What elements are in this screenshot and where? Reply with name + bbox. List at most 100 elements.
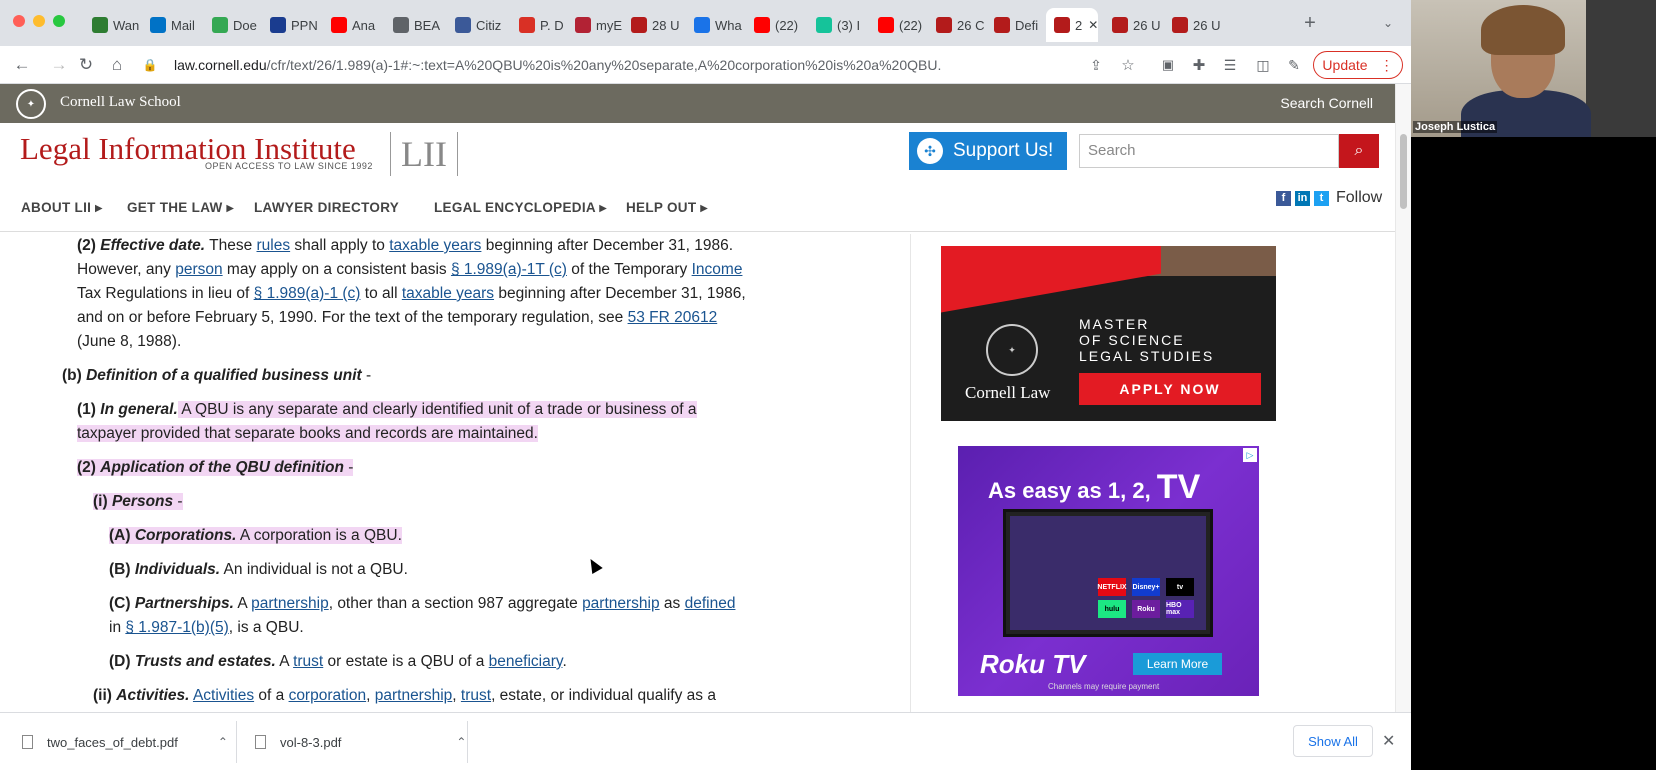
follow-link[interactable]: Follow bbox=[1336, 189, 1382, 207]
ad-disclaimer: Channels may require payment bbox=[1048, 682, 1160, 691]
paint-icon[interactable]: ✎ bbox=[1283, 54, 1305, 76]
tab-item[interactable]: (22) bbox=[746, 8, 808, 42]
forward-icon[interactable]: → bbox=[48, 54, 70, 76]
cornell-seal-icon[interactable]: ✦ bbox=[16, 89, 46, 119]
cornell-law-ad[interactable]: ✦ MASTER OF SCIENCE LEGAL STUDIES Cornell … bbox=[941, 246, 1276, 421]
apply-now-button[interactable]: APPLY NOW bbox=[1079, 373, 1261, 405]
roku-ad[interactable]: ▷ As easy as 1, 2, TV NETFLIX Disney+ tv… bbox=[958, 446, 1259, 696]
outlook-icon bbox=[150, 17, 166, 33]
chevron-up-icon[interactable]: ⌃ bbox=[456, 735, 466, 749]
address-bar[interactable]: law.cornell.edu/cfr/text/26/1.989(a)-1#:… bbox=[174, 52, 1149, 78]
page-scrollbar[interactable] bbox=[1395, 84, 1411, 712]
nav-legal-encyclopedia[interactable]: LEGAL ENCYCLOPEDIA ▸ bbox=[434, 200, 607, 216]
video-person bbox=[1481, 5, 1565, 55]
tab-item[interactable]: Wha bbox=[686, 8, 748, 42]
tab-item[interactable]: BEA bbox=[385, 8, 447, 42]
lii-logo-box[interactable]: LII bbox=[390, 132, 458, 176]
nav-lawyer-directory[interactable]: LAWYER DIRECTORY bbox=[254, 200, 399, 215]
search-input[interactable]: Search bbox=[1079, 134, 1339, 168]
taxable-years-link[interactable]: taxable years bbox=[389, 237, 481, 254]
section-1T-link[interactable]: § 1.989(a)-1T (c) bbox=[451, 261, 567, 278]
twitter-icon[interactable]: t bbox=[1314, 190, 1329, 206]
adchoices-icon[interactable]: ▷ bbox=[1243, 448, 1257, 462]
tab-item[interactable]: 2 ✕ bbox=[1046, 8, 1098, 42]
lock-icon[interactable]: 🔒 bbox=[139, 54, 161, 76]
trust-link[interactable]: trust bbox=[293, 653, 323, 670]
tab-item[interactable]: Defi bbox=[986, 8, 1048, 42]
reading-list-icon[interactable]: ☰ bbox=[1219, 54, 1241, 76]
search-cornell-link[interactable]: Search Cornell bbox=[1280, 95, 1373, 111]
minimize-window-button[interactable] bbox=[33, 15, 45, 27]
facebook-icon[interactable]: f bbox=[1276, 190, 1291, 206]
support-us-button[interactable]: ✣ Support Us! bbox=[909, 132, 1067, 170]
nav-get-the-law[interactable]: GET THE LAW ▸ bbox=[127, 200, 234, 216]
tab-item[interactable]: Wan bbox=[84, 8, 146, 42]
tab-item[interactable]: Mail bbox=[142, 8, 204, 42]
tab-label: 26 U bbox=[1193, 17, 1221, 33]
participant-video[interactable]: Joseph Lustica bbox=[1411, 0, 1656, 137]
download-item[interactable]: vol-8-3.pdf ⌃ bbox=[255, 725, 466, 759]
video-call-panel: Joseph Lustica bbox=[1411, 0, 1656, 770]
download-separator bbox=[236, 721, 237, 763]
chevron-up-icon[interactable]: ⌃ bbox=[218, 735, 228, 749]
cornell-seal-icon: ✦ bbox=[986, 324, 1038, 376]
scrollbar-thumb[interactable] bbox=[1400, 134, 1407, 209]
partnership-link[interactable]: partnership bbox=[375, 687, 453, 704]
para-a2-line4: and on or before February 5, 1990. For t… bbox=[77, 309, 718, 326]
tab-item[interactable]: myE bbox=[567, 8, 629, 42]
download-item[interactable]: two_faces_of_debt.pdf ⌃ bbox=[22, 725, 228, 759]
beneficiary-link[interactable]: beneficiary bbox=[489, 653, 563, 670]
tab-item[interactable]: 26 C bbox=[928, 8, 990, 42]
search-button[interactable]: ⌕ bbox=[1339, 134, 1379, 168]
rules-link[interactable]: rules bbox=[257, 237, 291, 254]
cornell-law-school-link[interactable]: Cornell Law School bbox=[60, 94, 181, 111]
nav-help-out[interactable]: HELP OUT ▸ bbox=[626, 200, 708, 216]
tab-item[interactable]: 26 U bbox=[1164, 8, 1226, 42]
new-tab-button[interactable]: + bbox=[1299, 12, 1321, 34]
tab-item[interactable]: 28 U bbox=[623, 8, 685, 42]
person-link[interactable]: person bbox=[175, 261, 222, 278]
back-icon[interactable]: ← bbox=[11, 54, 33, 76]
partnership-link[interactable]: partnership bbox=[251, 595, 329, 612]
tab-item[interactable]: Doe bbox=[204, 8, 266, 42]
show-all-button[interactable]: Show All bbox=[1293, 725, 1373, 757]
home-icon[interactable]: ⌂ bbox=[106, 54, 128, 76]
bookmark-star-icon[interactable]: ☆ bbox=[1117, 54, 1139, 76]
learn-more-button[interactable]: Learn More bbox=[1133, 653, 1222, 675]
partnership-link[interactable]: partnership bbox=[582, 595, 660, 612]
tab-item[interactable]: 26 U bbox=[1104, 8, 1166, 42]
linkedin-icon[interactable]: in bbox=[1295, 190, 1310, 206]
close-icon[interactable]: ✕ bbox=[1382, 731, 1395, 751]
federal-register-link[interactable]: 53 FR 20612 bbox=[628, 309, 718, 326]
activities-link[interactable]: Activities bbox=[193, 687, 254, 704]
tab-item[interactable]: (3) I bbox=[808, 8, 870, 42]
reload-icon[interactable]: ↻ bbox=[75, 54, 97, 76]
update-button[interactable]: Update ⋮ bbox=[1313, 51, 1403, 79]
lii-icon bbox=[1054, 17, 1070, 33]
puzzle-icon[interactable]: ✚ bbox=[1188, 54, 1210, 76]
tab-search-icon[interactable]: ⌄ bbox=[1377, 12, 1399, 34]
income-link[interactable]: Income bbox=[692, 261, 743, 278]
nav-about-lii[interactable]: ABOUT LII ▸ bbox=[21, 200, 102, 216]
defined-link[interactable]: defined bbox=[685, 595, 736, 612]
side-panel-icon[interactable]: ◫ bbox=[1252, 54, 1274, 76]
share-icon[interactable]: ⇪ bbox=[1085, 54, 1107, 76]
tab-item[interactable]: Citiz bbox=[447, 8, 509, 42]
zoom-window-button[interactable] bbox=[53, 15, 65, 27]
taxable-years-link[interactable]: taxable years bbox=[402, 285, 494, 302]
extension-icon[interactable]: ▣ bbox=[1157, 54, 1179, 76]
tab-item[interactable]: PPN bbox=[262, 8, 324, 42]
section-1c-link[interactable]: § 1.989(a)-1 (c) bbox=[254, 285, 361, 302]
tab-item[interactable]: Ana bbox=[323, 8, 385, 42]
support-icon: ✣ bbox=[917, 138, 943, 164]
social-links: f in t Follow bbox=[1276, 189, 1382, 207]
tab-item[interactable]: P. D bbox=[511, 8, 573, 42]
corporation-link[interactable]: corporation bbox=[289, 687, 367, 704]
video-background bbox=[1586, 0, 1656, 137]
close-tab-icon[interactable]: ✕ bbox=[1088, 18, 1098, 32]
trust-link[interactable]: trust bbox=[461, 687, 491, 704]
close-window-button[interactable] bbox=[13, 15, 25, 27]
menu-dots-icon: ⋮ bbox=[1379, 56, 1394, 73]
section-987-link[interactable]: § 1.987-1(b)(5) bbox=[125, 619, 228, 636]
tab-item[interactable]: (22) bbox=[870, 8, 932, 42]
